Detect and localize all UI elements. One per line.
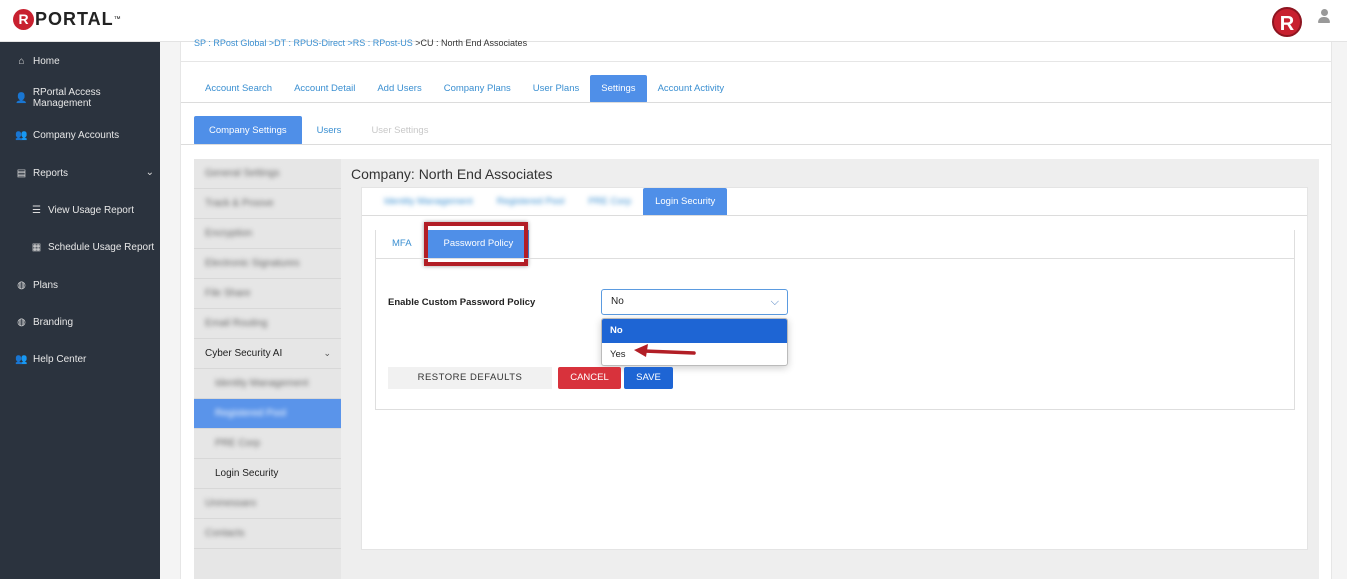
tab-user-plans[interactable]: User Plans	[522, 75, 590, 103]
sidebar-item-home[interactable]: ⌂ Home	[0, 46, 160, 76]
cancel-button[interactable]: CANCEL	[558, 367, 621, 389]
custom-password-policy-label: Enable Custom Password Policy	[388, 297, 536, 308]
left-nav-label: Cyber Security AI	[205, 348, 283, 359]
sidebar-item-label: Home	[33, 55, 60, 67]
left-nav-subitem-selected[interactable]: Registered Pool	[194, 399, 341, 429]
top-bar: R PORTAL ™ R	[0, 0, 1347, 42]
tab-users[interactable]: Users	[302, 116, 357, 145]
left-nav-item[interactable]: Track & Proove	[194, 189, 341, 219]
settings-left-nav: General Settings Track & Proove Encrypti…	[194, 159, 341, 579]
logo-r-mark: R	[13, 9, 34, 30]
tab-account-activity[interactable]: Account Activity	[647, 75, 736, 103]
divider	[362, 215, 1307, 216]
main-content: SP : RPost Global >DT : RPUS-Direct >RS …	[180, 38, 1332, 579]
sidebar-item-label: View Usage Report	[48, 204, 134, 216]
breadcrumb-sp[interactable]: SP : RPost Global	[194, 38, 266, 48]
tab-company-settings[interactable]: Company Settings	[194, 116, 302, 145]
chevron-down-icon: ⌄	[145, 167, 154, 178]
sidebar-item-company-accounts[interactable]: 👥 Company Accounts	[0, 120, 160, 150]
highlight-annotation-box	[424, 222, 528, 266]
left-nav-item[interactable]: Email Routing	[194, 309, 341, 339]
sidebar-item-reports[interactable]: ▤ Reports ⌄	[0, 158, 160, 188]
sidebar-item-plans[interactable]: ◍ Plans	[0, 270, 160, 300]
sidebar-item-label: Company Accounts	[33, 129, 120, 141]
annotation-arrow-icon	[634, 344, 696, 357]
user-icon[interactable]	[1318, 9, 1330, 25]
left-nav-subitem[interactable]: Identity Management	[194, 369, 341, 399]
divider	[181, 144, 1331, 145]
rportal-logo[interactable]: R PORTAL ™	[13, 9, 121, 30]
tab-settings[interactable]: Settings	[590, 75, 647, 103]
logo-text: PORTAL	[35, 9, 114, 29]
tab-security-1[interactable]: Identity Management	[372, 188, 485, 216]
sidebar-item-branding[interactable]: ◍ Branding	[0, 307, 160, 337]
list-icon: ☰	[32, 204, 41, 216]
logo-trademark: ™	[113, 16, 121, 23]
left-nav-subitem-login-security[interactable]: Login Security	[194, 459, 341, 489]
breadcrumb-rs[interactable]: >RS : RPost-US	[345, 38, 412, 48]
security-tabs: Identity Management Registered Pool PRE …	[372, 188, 728, 216]
divider	[376, 258, 1294, 259]
sidebar-item-schedule-usage-report[interactable]: ▦ Schedule Usage Report	[0, 232, 160, 262]
tab-add-users[interactable]: Add Users	[366, 75, 432, 103]
tab-company-plans[interactable]: Company Plans	[433, 75, 522, 103]
left-nav-item[interactable]: File Share	[194, 279, 341, 309]
calendar-icon: ▦	[31, 241, 42, 253]
sidebar-item-label: Schedule Usage Report	[48, 241, 155, 253]
users-icon: 👥	[15, 353, 28, 365]
home-icon: ⌂	[18, 55, 25, 67]
save-button[interactable]: SAVE	[624, 367, 673, 389]
option-no[interactable]: No	[602, 319, 787, 343]
tab-user-settings: User Settings	[371, 125, 429, 136]
breadcrumb-cu: >CU : North End Associates	[412, 38, 528, 48]
divider	[181, 102, 1331, 103]
left-nav-item[interactable]: Unmessaro	[194, 489, 341, 519]
breadcrumb: SP : RPost Global >DT : RPUS-Direct >RS …	[194, 38, 527, 48]
left-nav-item[interactable]: Contacts	[194, 519, 341, 549]
left-nav-item-cyber-security-ai[interactable]: Cyber Security AI ⌄	[194, 339, 341, 369]
tab-security-3[interactable]: PRE Corp	[576, 188, 643, 216]
settings-area: General Settings Track & Proove Encrypti…	[194, 159, 1319, 579]
tab-account-search[interactable]: Account Search	[194, 75, 283, 103]
security-panel: Identity Management Registered Pool PRE …	[361, 187, 1308, 550]
account-tabs: Account Search Account Detail Add Users …	[194, 75, 735, 103]
user-plus-icon: 👤	[15, 92, 28, 104]
brand-r-icon[interactable]: R	[1272, 7, 1302, 37]
breadcrumb-dt[interactable]: >DT : RPUS-Direct	[266, 38, 345, 48]
sidebar-item-rportal-access-management[interactable]: 👤 RPortal Access Management	[0, 83, 160, 113]
company-title: Company: North End Associates	[351, 166, 553, 182]
sidebar: ⌂ Home 👤 RPortal Access Management 👥 Com…	[0, 42, 160, 579]
custom-password-policy-select[interactable]: No ⌵	[601, 289, 788, 315]
sidebar-item-label: RPortal Access Management	[32, 87, 101, 109]
sidebar-item-label: Plans	[33, 279, 59, 291]
sidebar-item-help-center[interactable]: 👥 Help Center	[0, 344, 160, 374]
sidebar-item-view-usage-report[interactable]: ☰ View Usage Report	[0, 195, 160, 225]
sidebar-item-label: Help Center	[33, 353, 87, 365]
chevron-down-icon: ⌵	[770, 296, 779, 308]
globe-icon: ◍	[17, 316, 26, 328]
users-icon: 👥	[15, 129, 28, 141]
chevron-down-icon: ⌄	[323, 348, 331, 358]
tab-security-2[interactable]: Registered Pool	[485, 188, 577, 216]
sidebar-item-label: Reports	[33, 167, 69, 179]
sidebar-item-label: Branding	[33, 316, 74, 328]
bar-chart-icon: ▤	[16, 167, 27, 179]
left-nav-label: Login Security	[215, 468, 279, 479]
tab-account-detail[interactable]: Account Detail	[283, 75, 366, 103]
settings-tabs: Company Settings Users User Settings	[194, 116, 443, 145]
left-nav-subitem[interactable]: PRE Corp	[194, 429, 341, 459]
login-security-panel: MFA Password Policy Enable Custom Passwo…	[375, 222, 1295, 410]
globe-icon: ◍	[17, 279, 26, 291]
policy-dropdown-menu: No Yes	[601, 318, 788, 366]
divider	[181, 61, 1331, 62]
left-nav-item[interactable]: Electronic Signatures	[194, 249, 341, 279]
left-nav-item[interactable]: Encryption	[194, 219, 341, 249]
select-value: No	[611, 296, 624, 307]
tab-login-security[interactable]: Login Security	[643, 188, 728, 216]
tab-mfa[interactable]: MFA	[376, 230, 428, 258]
restore-defaults-button[interactable]: RESTORE DEFAULTS	[388, 367, 552, 389]
left-nav-item[interactable]: General Settings	[194, 159, 341, 189]
